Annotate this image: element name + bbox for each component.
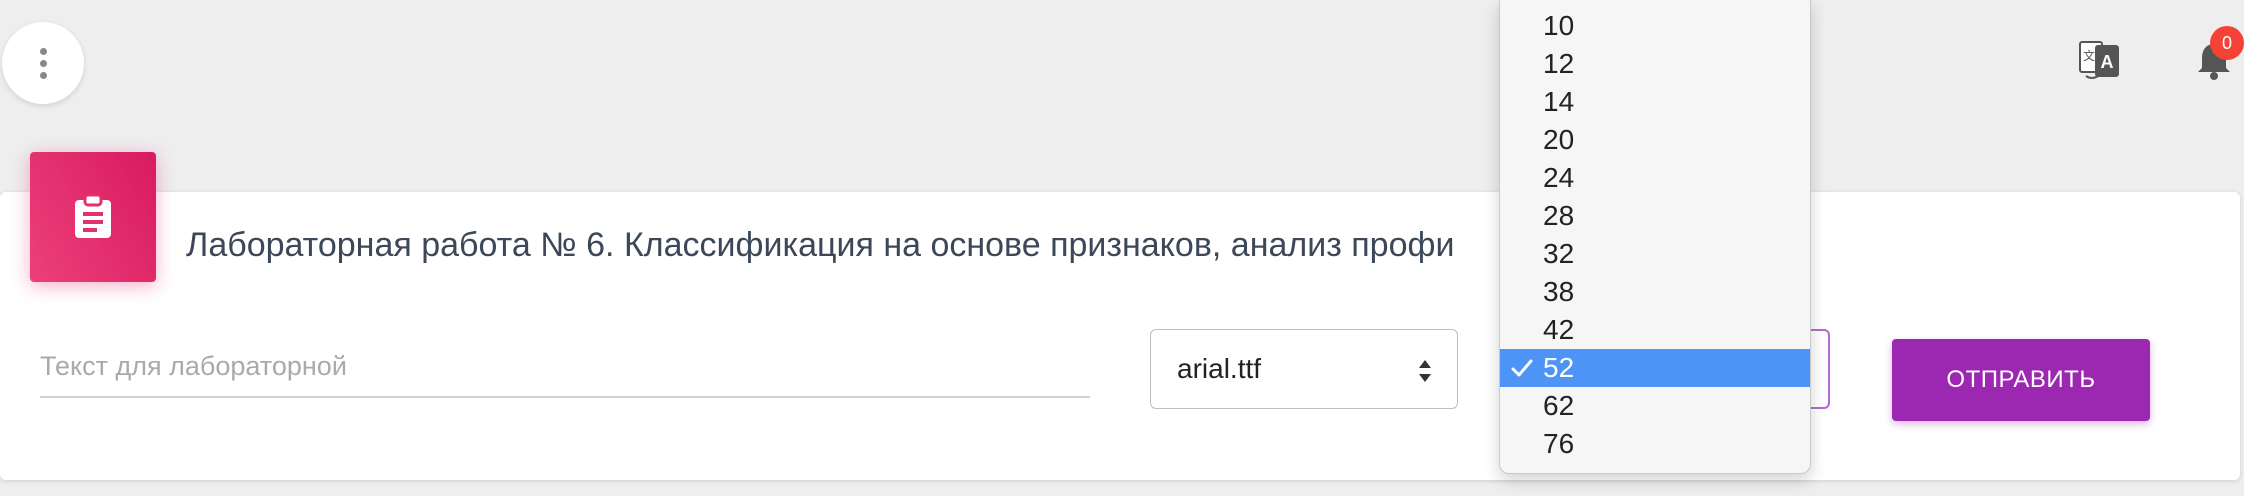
lab-text-field[interactable] xyxy=(40,340,1090,398)
clipboard-icon xyxy=(75,194,111,238)
size-option-selected[interactable]: 52 xyxy=(1500,349,1810,387)
font-select-value: arial.ttf xyxy=(1177,353,1262,384)
updown-arrows-icon xyxy=(1419,360,1431,382)
card-title: Лабораторная работа № 6. Классификация н… xyxy=(186,226,1455,264)
size-option[interactable]: 38 xyxy=(1500,273,1810,311)
size-option[interactable]: 14 xyxy=(1500,83,1810,121)
size-option[interactable]: 32 xyxy=(1500,235,1810,273)
size-option[interactable]: 20 xyxy=(1500,121,1810,159)
more-vert-icon xyxy=(39,47,47,79)
check-icon xyxy=(1511,359,1533,377)
font-select[interactable]: arial.ttf xyxy=(1150,329,1458,409)
submit-button[interactable]: ОТПРАВИТЬ xyxy=(1892,339,2150,421)
size-option[interactable]: 76 xyxy=(1500,425,1810,463)
size-option[interactable]: 28 xyxy=(1500,197,1810,235)
more-menu-button[interactable] xyxy=(2,22,84,104)
size-option[interactable]: 42 xyxy=(1500,311,1810,349)
size-dropdown-list[interactable]: 10 12 14 20 24 28 32 38 42 52 62 76 xyxy=(1499,0,1811,474)
size-option[interactable]: 10 xyxy=(1500,7,1810,45)
translate-button[interactable]: A 文 xyxy=(2078,38,2122,82)
lab-text-input[interactable] xyxy=(40,340,1090,392)
svg-text:文: 文 xyxy=(2083,48,2095,63)
size-option[interactable]: 62 xyxy=(1500,387,1810,425)
size-option[interactable]: 24 xyxy=(1500,159,1810,197)
size-option[interactable]: 12 xyxy=(1500,45,1810,83)
translate-icon: A 文 xyxy=(2079,41,2119,79)
svg-text:A: A xyxy=(2101,52,2114,72)
notifications-badge: 0 xyxy=(2210,26,2244,60)
card-header-icon xyxy=(30,152,156,282)
